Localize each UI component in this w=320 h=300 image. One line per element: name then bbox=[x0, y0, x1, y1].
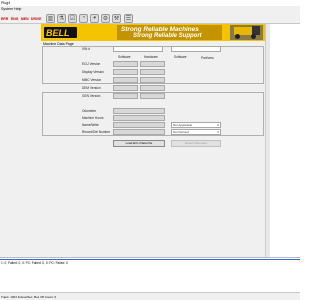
bell-logo: BELL bbox=[44, 27, 77, 38]
display-software-field bbox=[113, 69, 138, 75]
mmc-software-field bbox=[113, 77, 138, 83]
chart-icon[interactable]: ▥ bbox=[46, 13, 55, 23]
vertical-scrollbar[interactable] bbox=[265, 24, 270, 257]
left-panel bbox=[0, 24, 40, 257]
odometer-label: Odometer bbox=[82, 109, 97, 113]
name-write-field bbox=[113, 122, 165, 128]
gen-hardware-field bbox=[140, 93, 165, 99]
vin-input[interactable] bbox=[113, 46, 163, 52]
flask-icon[interactable]: ⚗ bbox=[57, 13, 66, 23]
machine-hours-field bbox=[113, 115, 165, 121]
slogan-line-1: Strong Reliable Machines bbox=[121, 26, 199, 33]
chevron-down-icon: ▾ bbox=[217, 123, 219, 127]
vin-input-right[interactable] bbox=[171, 46, 221, 52]
bell-banner: BELL Strong Reliable Machines Strong Rel… bbox=[41, 24, 265, 41]
slogan-box: Strong Reliable Machines Strong Reliable… bbox=[117, 25, 222, 40]
dial-icon[interactable]: ◕ bbox=[90, 13, 99, 23]
toolbar: ERR ENG MEN DRIVE ▥ ⚗ ☑ ◔ ◕ ⚙ ⚒ ☰ bbox=[0, 12, 300, 24]
toolbar-men-button[interactable]: MEN bbox=[21, 17, 29, 21]
col-software-right: Software bbox=[174, 55, 187, 59]
record-write-field bbox=[113, 129, 165, 135]
mmc-hardware-field bbox=[140, 77, 165, 83]
reset-odometer-button[interactable]: Reset Odometer bbox=[171, 140, 221, 147]
toolbar-err-button[interactable]: ERR bbox=[1, 17, 8, 21]
name-write-select[interactable]: Not Applicable ▾ bbox=[171, 122, 221, 128]
dem-software-field bbox=[113, 85, 138, 91]
slogan-line-2: Strong Reliable Support bbox=[133, 33, 202, 39]
window-title: Plug4 bbox=[1, 0, 11, 5]
col-part-version: Part/vers bbox=[201, 56, 214, 60]
load-ecu-data-button[interactable]: Load ECU Data File bbox=[113, 140, 165, 147]
selection-bar bbox=[0, 259, 300, 260]
vin-label: VIN # bbox=[82, 47, 90, 51]
name-write-label: Name/Write bbox=[82, 123, 99, 127]
menu-system[interactable]: System bbox=[1, 7, 13, 11]
status-bar-text: Trans: 1023 Frame/Sec, Bus Off Count: 0 bbox=[1, 295, 57, 299]
machine-hours-label: Machine Hours bbox=[82, 116, 104, 120]
display-version-label: Display Version bbox=[82, 70, 104, 74]
toolbar-eng-button[interactable]: ENG bbox=[11, 17, 18, 21]
status-line: 1: 0, Failed: 0, 0: PC: Failed: 0, 0: PC… bbox=[1, 261, 68, 265]
dem-hardware-field bbox=[140, 85, 165, 91]
menu-help[interactable]: Help bbox=[14, 7, 21, 11]
ecu-software-field bbox=[113, 61, 138, 67]
settings-icon[interactable]: ⚙ bbox=[101, 13, 110, 23]
brand-text: BELL bbox=[46, 28, 70, 38]
gen-version-label: GEN Version bbox=[82, 94, 101, 98]
machine-image bbox=[230, 25, 263, 40]
status-bar: Trans: 1023 Frame/Sec, Bus Off Count: 0 bbox=[0, 292, 300, 300]
odometer-field bbox=[113, 108, 165, 114]
gauge-icon[interactable]: ◔ bbox=[79, 13, 88, 23]
gen-software-field bbox=[113, 93, 138, 99]
ecu-version-label: ECU Version bbox=[82, 62, 101, 66]
name-write-select-value: Not Applicable bbox=[173, 123, 193, 127]
dem-version-label: DEM Version bbox=[82, 86, 101, 90]
stack-icon[interactable]: ☰ bbox=[124, 13, 133, 23]
ecu-hardware-field bbox=[140, 61, 165, 67]
chevron-down-icon: ▾ bbox=[217, 130, 219, 134]
record-write-label: Record/Del Number bbox=[82, 130, 111, 134]
col-software: Software bbox=[118, 55, 131, 59]
record-write-select-value: Not Defined bbox=[173, 130, 189, 134]
record-write-select[interactable]: Not Defined ▾ bbox=[171, 129, 221, 135]
wrench-icon[interactable]: ⚒ bbox=[112, 13, 121, 23]
mmc-version-label: MMC Version bbox=[82, 78, 102, 82]
toolbar-drive-button[interactable]: DRIVE bbox=[31, 17, 41, 21]
col-hardware: Hardware bbox=[144, 55, 158, 59]
display-hardware-field bbox=[140, 69, 165, 75]
checklist-icon[interactable]: ☑ bbox=[68, 13, 77, 23]
status-list: 1: 0, Failed: 0, 0: PC: Failed: 0, 0: PC… bbox=[0, 257, 300, 292]
